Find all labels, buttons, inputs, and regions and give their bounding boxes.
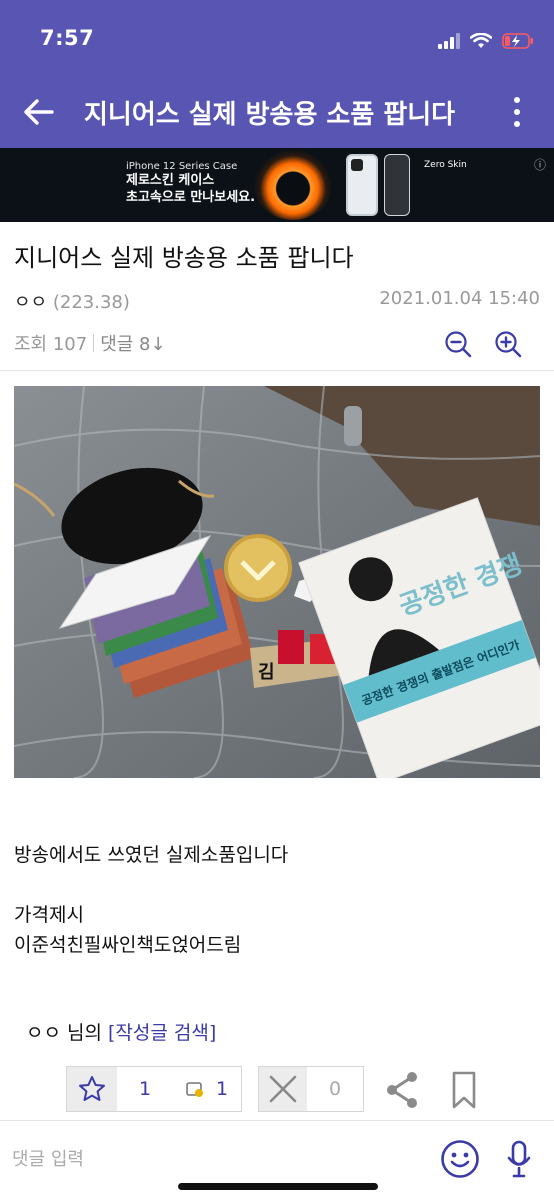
recommend-count-cell: 1 [117,1067,173,1111]
home-indicator [178,1183,378,1190]
banner-line-1: 제로스킨 케이스 [126,173,215,188]
comment-input-bar [0,1120,554,1200]
separator [0,370,554,371]
status-icons [438,30,534,52]
author-search-link[interactable]: [작성글 검색] [108,1022,216,1044]
app-header-bar: 7:57 지니어스 실제 방송용 소품 팝니다 [0,0,554,148]
share-icon[interactable] [384,1070,420,1110]
zoom-in-icon[interactable] [494,330,522,358]
status-bar: 7:57 [0,0,554,80]
more-vert-icon [514,97,520,103]
more-menu-button[interactable] [500,92,534,132]
banner-text: iPhone 12 Series Case 제로스킨 케이스 초고속으로 만나보… [126,161,255,206]
ad-info-icon[interactable]: ⓘ [534,156,546,173]
post-date: 2021.01.04 15:40 [379,288,540,309]
author-ip: (223.38) [52,292,130,313]
post-stats: 조회 107 댓글 8↓ [14,330,166,356]
bookmark-icon[interactable] [448,1070,480,1110]
post-photo[interactable]: 김 공정한 경쟁 공정한 경쟁의 출발점은 어디인가 [14,386,540,778]
body-line-1: 방송에서도 쓰였던 실제소품입니다 [14,844,289,866]
recommend-count: 1 [138,1078,152,1100]
banner-graphic [254,150,332,220]
post-author[interactable]: ㅇㅇ (223.38) [14,288,130,314]
photo-nameplate-text: 김 [258,662,275,683]
banner-subtitle: iPhone 12 Series Case [126,161,238,172]
view-count: 조회 107 [14,334,88,355]
dislike-count-cell: 0 [307,1067,363,1111]
dislike-button[interactable] [259,1067,307,1111]
status-time: 7:57 [40,26,95,50]
banner-case-image [384,154,410,216]
emoji-icon[interactable] [440,1139,480,1179]
star-icon [79,1076,105,1101]
recommend-group: 1 1 [66,1066,242,1112]
header-title: 지니어스 실제 방송용 소품 팝니다 [84,100,456,130]
nav-header: 지니어스 실제 방송용 소품 팝니다 [0,80,554,148]
back-arrow-icon [24,99,54,125]
banner-line-2: 초고속으로 만나보세요. [126,190,256,205]
badge-icon [186,1082,203,1097]
dislike-group: 0 [258,1066,364,1112]
body-line-3: 이준석친필싸인책도얹어드림 [14,934,242,956]
search-author: ㅇㅇ 님의 [26,1022,102,1044]
banner-brand: Zero Skin [424,160,467,170]
recommend-button[interactable] [67,1067,117,1111]
wifi-icon [470,33,492,48]
dislike-count: 0 [328,1078,342,1100]
fixed-recommend-count: 1 [215,1078,229,1100]
ad-banner[interactable]: iPhone 12 Series Case 제로스킨 케이스 초고속으로 만나보… [0,148,554,222]
post-title: 지니어스 실제 방송용 소품 팝니다 [14,244,354,272]
fixed-recommend-cell[interactable]: 1 [173,1067,241,1111]
body-line-2: 가격제시 [14,904,84,926]
comments-link[interactable]: 댓글 8↓ [100,334,165,355]
mic-icon[interactable] [506,1139,532,1179]
battery-icon [502,33,533,49]
photo-illustration: 김 공정한 경쟁 공정한 경쟁의 출발점은 어디인가 [14,386,540,778]
back-button[interactable] [18,92,58,132]
x-icon [269,1075,297,1103]
author-search-line: ㅇㅇ 님의 [작성글 검색] [26,1018,216,1045]
signal-icon [438,33,460,49]
divider [93,334,95,352]
banner-phone-image [346,154,378,216]
zoom-out-icon[interactable] [444,330,472,358]
author-name: ㅇㅇ [14,292,48,313]
comment-input[interactable] [12,1143,412,1175]
